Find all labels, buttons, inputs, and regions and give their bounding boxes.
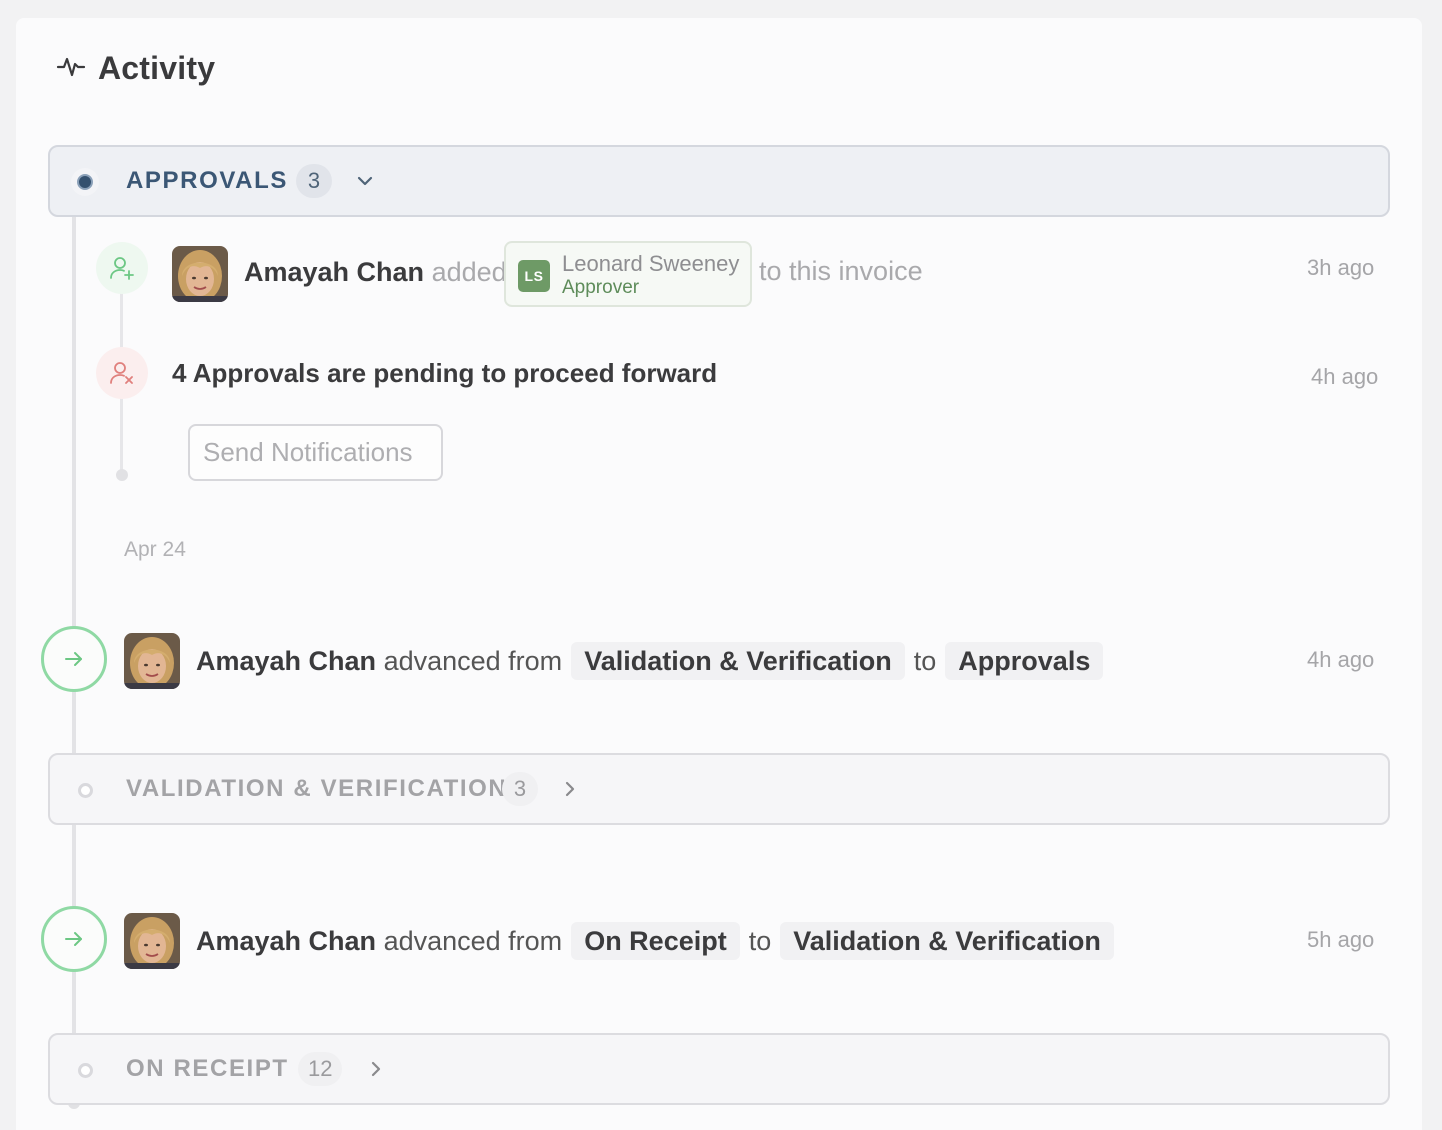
stage-to: Approvals [945, 642, 1104, 680]
arrow-right-icon [41, 906, 107, 972]
stage-from: On Receipt [571, 922, 740, 960]
event-time: 4h ago [1307, 647, 1375, 672]
section-title: APPROVALS [126, 167, 288, 194]
event-time: 3h ago [1307, 255, 1375, 280]
section-status-dot [71, 776, 99, 804]
count-badge: 3 [502, 772, 538, 806]
event-verb: added [431, 256, 507, 287]
event-time: 5h ago [1307, 927, 1375, 952]
actor-name[interactable]: Amayah Chan [196, 646, 376, 677]
activity-icon [56, 51, 86, 86]
transition-connector: to [913, 645, 937, 676]
section-validation-verification[interactable]: VALIDATION & VERIFICATION 3 [48, 753, 1390, 825]
transition-verb: advanced from [383, 925, 563, 956]
person-initials: LS [518, 260, 550, 292]
section-title: VALIDATION & VERIFICATION [126, 775, 508, 802]
stage-from: Validation & Verification [571, 642, 905, 680]
count-badge: 3 [296, 164, 332, 198]
avatar [124, 913, 180, 969]
section-title: ON RECEIPT [126, 1055, 289, 1082]
date-label: Apr 24 [124, 538, 186, 561]
transition-text: Amayah Chan advanced from Validation & V… [196, 642, 1104, 680]
user-plus-icon [96, 242, 148, 294]
event-added-text: Amayah Chan added [244, 255, 507, 289]
avatar [124, 633, 180, 689]
stage-to: Validation & Verification [780, 922, 1114, 960]
section-status-dot [71, 1056, 99, 1084]
event-suffix: to this invoice [759, 256, 923, 286]
page-title: Activity [98, 49, 216, 86]
arrow-right-icon [41, 626, 107, 692]
person-chip[interactable]: LS Leonard Sweeney Approver [504, 241, 752, 307]
event-time: 4h ago [1311, 364, 1379, 389]
person-name: Leonard Sweeney [562, 251, 740, 276]
person-role: Approver [562, 277, 640, 298]
send-notifications-button[interactable]: Send Notifications [188, 424, 443, 481]
user-x-icon [96, 347, 148, 399]
transition-connector: to [748, 925, 772, 956]
section-on-receipt[interactable]: ON RECEIPT 12 [48, 1033, 1390, 1105]
avatar [172, 246, 228, 302]
pending-message: 4 Approvals are pending to proceed forwa… [172, 358, 718, 388]
count-badge: 12 [298, 1052, 343, 1086]
actor-name[interactable]: Amayah Chan [244, 257, 424, 288]
chevron-down-icon[interactable] [353, 169, 377, 193]
activity-header: Activity [56, 48, 215, 88]
section-approvals[interactable]: APPROVALS 3 [48, 145, 1390, 217]
sub-timeline-end-dot [116, 469, 128, 481]
transition-verb: advanced from [383, 645, 563, 676]
chevron-right-icon[interactable] [364, 1057, 388, 1081]
actor-name[interactable]: Amayah Chan [196, 926, 376, 957]
section-status-dot [71, 168, 99, 196]
chevron-right-icon[interactable] [558, 777, 582, 801]
transition-text: Amayah Chan advanced from On Receipt to … [196, 922, 1114, 960]
